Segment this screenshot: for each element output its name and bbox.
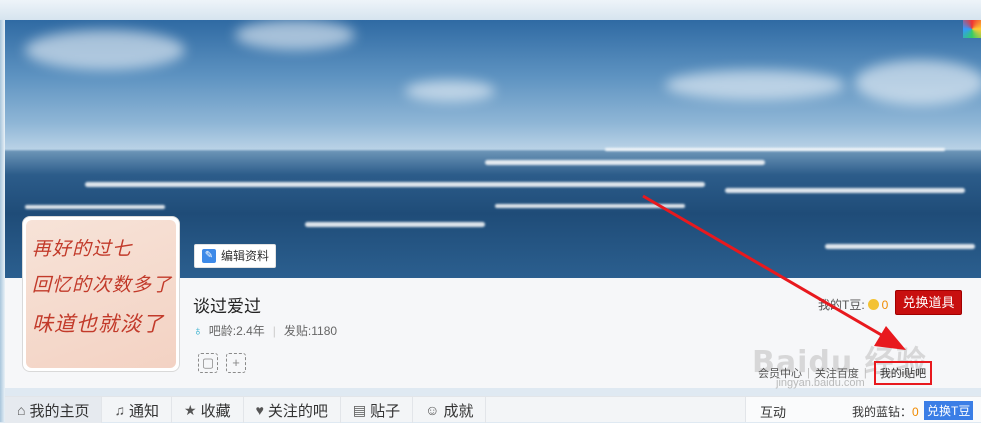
nav-label: 贴子 — [370, 402, 401, 420]
nav-my-home[interactable]: ⌂ 我的主页 — [5, 397, 103, 423]
bell-icon: ♫ — [114, 402, 125, 418]
blue-diamond-balance: 我的蓝钻：0 — [852, 403, 919, 420]
blue-diamond-value: 0 — [912, 405, 919, 419]
exchange-tdou-button[interactable]: 兑换T豆 — [924, 401, 974, 420]
arrow-head — [874, 326, 906, 350]
nav-notifications[interactable]: ♫ 通知 — [102, 397, 172, 423]
heart-icon: ♥ — [255, 402, 264, 418]
profile-nav: ⌂ 我的主页 ♫ 通知 ★ 收藏 ♥ 关注的吧 ▤ 贴子 ☺ 成就 — [5, 396, 745, 423]
home-icon: ⌂ — [17, 402, 26, 418]
interaction-panel: 互动 我的蓝钻：0 兑换T豆 — [745, 396, 981, 422]
nav-followed-bars[interactable]: ♥ 关注的吧 — [244, 397, 341, 423]
annotation-arrow — [642, 194, 906, 350]
nav-label: 我的主页 — [29, 402, 90, 420]
nav-label: 成就 — [443, 402, 474, 420]
nav-achievements[interactable]: ☺ 成就 — [413, 397, 487, 423]
document-icon: ▤ — [352, 401, 367, 418]
arrow-shaft — [642, 194, 891, 342]
interaction-title: 互动 — [760, 405, 787, 420]
blue-diamond-label: 我的蓝钻： — [852, 405, 913, 419]
nav-label: 关注的吧 — [267, 402, 328, 420]
nav-posts[interactable]: ▤ 贴子 — [341, 397, 414, 423]
nav-favorites[interactable]: ★ 收藏 — [172, 397, 244, 423]
nav-label: 通知 — [128, 402, 159, 420]
star-icon: ★ — [184, 401, 197, 418]
medal-icon: ☺ — [425, 402, 440, 418]
nav-label: 收藏 — [200, 402, 231, 420]
